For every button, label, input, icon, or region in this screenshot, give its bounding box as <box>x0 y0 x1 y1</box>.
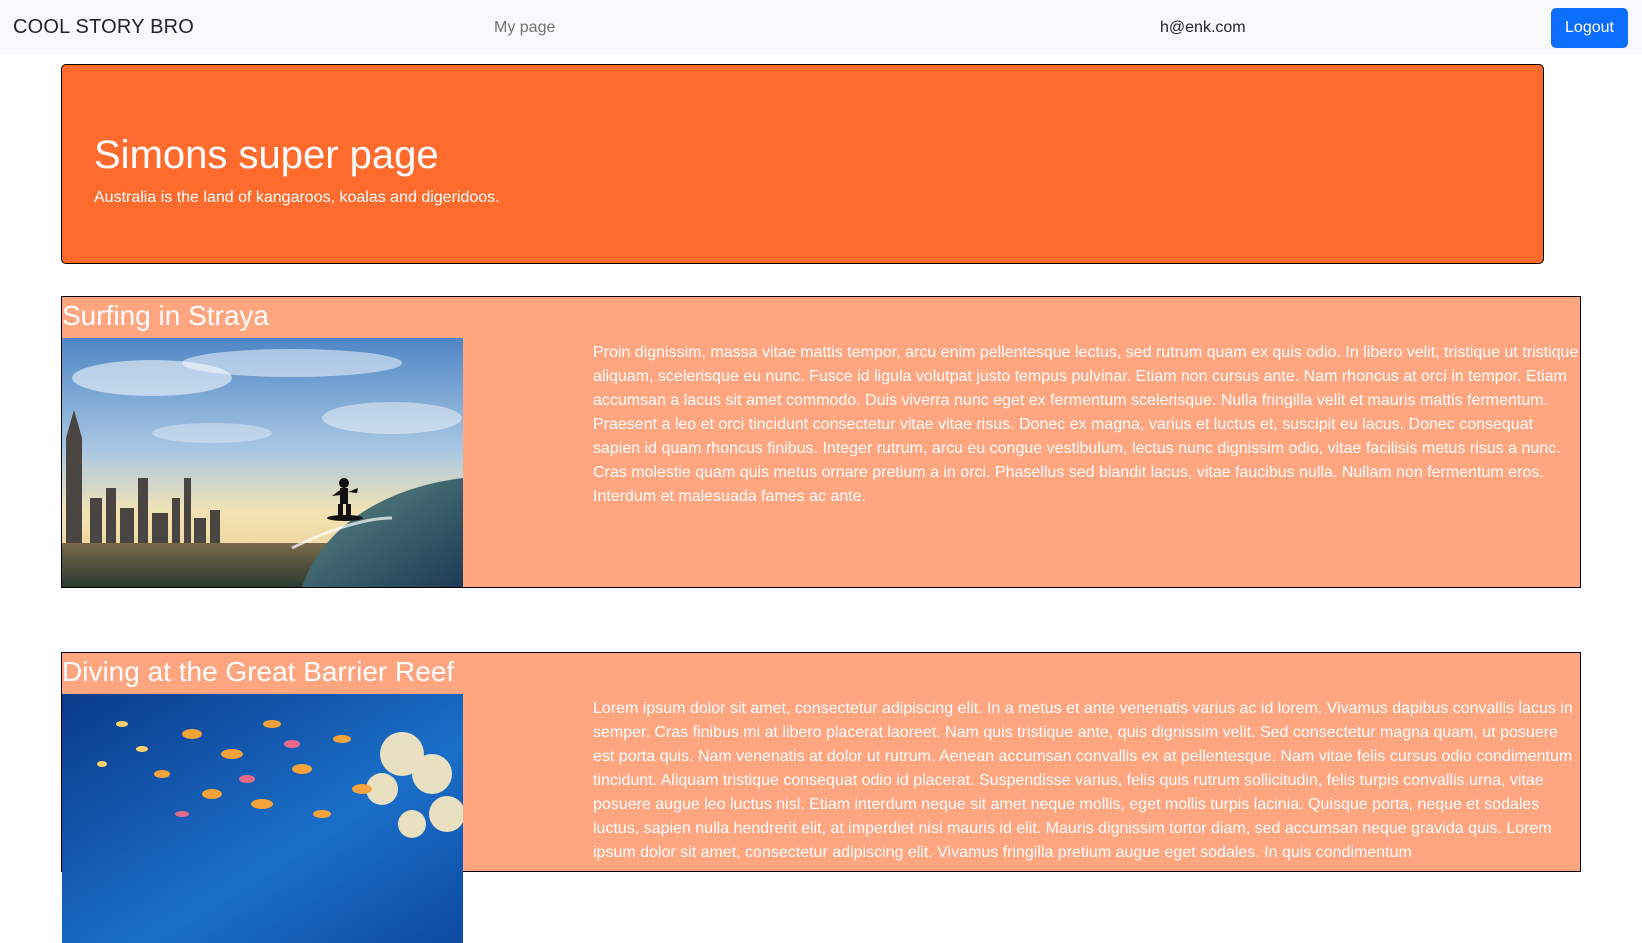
coral-reef-photo <box>62 694 463 943</box>
story-title: Surfing in Straya <box>62 300 269 331</box>
story-text: Lorem ipsum dolor sit amet, consectetur … <box>593 700 1573 861</box>
page-subtitle: Australia is the land of kangaroos, koal… <box>94 189 500 206</box>
logout-button[interactable]: Logout <box>1551 8 1628 48</box>
top-navbar: COOL STORY BRO My page h@enk.com Logout <box>0 0 1642 55</box>
hero-banner: Simons super page Australia is the land … <box>61 64 1544 264</box>
story-card: Diving at the Great Barrier Reef Lorem i… <box>61 652 1581 943</box>
brand-logo[interactable]: COOL STORY BRO <box>13 16 194 39</box>
page-title: Simons super page <box>94 133 439 177</box>
surfer-photo <box>62 338 463 587</box>
user-email: h@enk.com <box>1160 19 1246 36</box>
nav-link-my-page[interactable]: My page <box>494 19 555 37</box>
story-card: Surfing in Straya Proin dignissim, massa… <box>61 296 1581 588</box>
story-title: Diving at the Great Barrier Reef <box>62 656 455 687</box>
story-text: Proin dignissim, massa vitae mattis temp… <box>593 344 1579 505</box>
